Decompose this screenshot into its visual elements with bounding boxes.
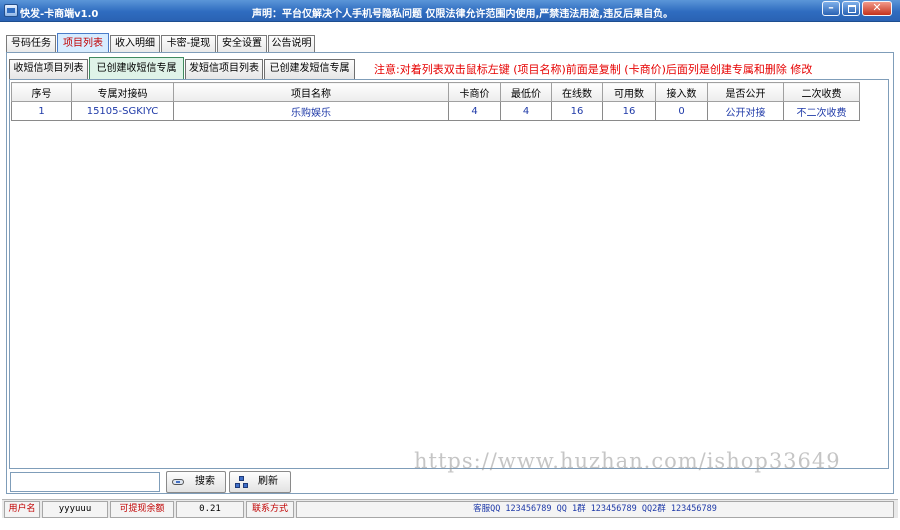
window-title: 快发-卡商端v1.0 [20, 9, 99, 20]
cell-index: 1 [11, 101, 72, 121]
subtab-receive-sms-projects[interactable]: 收短信项目列表 [9, 59, 88, 79]
cell-min-price: 4 [500, 101, 552, 121]
tab-project-list[interactable]: 项目列表 [57, 33, 109, 54]
balance-label: 可提现余额 [110, 501, 174, 518]
title-bar: 快发-卡商端v1.0 声明：平台仅解决个人手机号隐私问题 仅限法律允许范围内使用… [0, 0, 900, 22]
cell-secondary-fee: 不二次收费 [783, 101, 860, 121]
contact-value: 客服QQ 123456789 QQ 1群 123456789 QQ2群 1234… [296, 501, 894, 518]
subtab-created-send-sms[interactable]: 已创建发短信专属 [264, 59, 355, 79]
tab-announcements[interactable]: 公告说明 [268, 35, 315, 53]
column-header[interactable]: 二次收费 [783, 82, 860, 102]
minimize-button[interactable]: – [822, 1, 840, 16]
table-header-row: 序号 专属对接码 项目名称 卡商价 最低价 在线数 可用数 接入数 是否公开 二… [11, 82, 860, 102]
maximize-button[interactable] [842, 1, 860, 16]
column-header[interactable]: 项目名称 [173, 82, 449, 102]
search-button-label: 搜索 [195, 476, 215, 487]
close-button[interactable]: ✕ [862, 1, 892, 16]
subtab-created-receive-sms[interactable]: 已创建收短信专属 [89, 57, 184, 80]
cell-access-count: 0 [655, 101, 708, 121]
column-header[interactable]: 最低价 [500, 82, 552, 102]
refresh-button[interactable]: 刷新 [229, 471, 291, 493]
column-header[interactable]: 接入数 [655, 82, 708, 102]
usage-hint: 注意:对着列表双击鼠标左键 (项目名称)前面是复制 (卡商价)后面列是创建专属和… [374, 63, 813, 76]
column-header[interactable]: 可用数 [602, 82, 656, 102]
search-button[interactable]: 搜索 [166, 471, 226, 493]
balance-value: 0.21 [176, 501, 244, 518]
contact-label: 联系方式 [246, 501, 294, 518]
subtab-send-sms-projects[interactable]: 发短信项目列表 [185, 59, 263, 79]
cell-available-count: 16 [602, 101, 656, 121]
refresh-button-label: 刷新 [258, 476, 278, 487]
column-header[interactable]: 是否公开 [707, 82, 784, 102]
username-value: yyyuuu [42, 501, 108, 518]
username-label: 用户名 [4, 501, 40, 518]
cell-project-name: 乐购娱乐 [173, 101, 449, 121]
project-table: 序号 专属对接码 项目名称 卡商价 最低价 在线数 可用数 接入数 是否公开 二… [11, 82, 860, 121]
tab-income-details[interactable]: 收入明细 [110, 35, 160, 53]
cell-public-status: 公开对接 [707, 101, 784, 121]
cell-dedicated-code: 15105-SGKIYC [71, 101, 174, 121]
cell-online-count: 16 [551, 101, 603, 121]
column-header[interactable]: 卡商价 [448, 82, 501, 102]
disclaimer-notice: 声明：平台仅解决个人手机号隐私问题 仅限法律允许范围内使用,严禁违法用途,违反后… [252, 9, 674, 20]
refresh-icon [235, 476, 248, 489]
search-input[interactable] [10, 472, 160, 492]
status-bar: 用户名 yyyuuu 可提现余额 0.21 联系方式 客服QQ 12345678… [2, 499, 898, 518]
tab-security-settings[interactable]: 安全设置 [217, 35, 267, 53]
app-icon [4, 4, 18, 17]
column-header[interactable]: 在线数 [551, 82, 603, 102]
tab-card-withdraw[interactable]: 卡密-提现 [161, 35, 216, 53]
tab-number-tasks[interactable]: 号码任务 [6, 35, 56, 53]
cell-card-price: 4 [448, 101, 501, 121]
column-header[interactable]: 序号 [11, 82, 72, 102]
search-icon [172, 479, 184, 485]
column-header[interactable]: 专属对接码 [71, 82, 174, 102]
watermark: https://www.huzhan.com/ishop33649 [414, 449, 841, 473]
list-area [9, 79, 889, 469]
table-row[interactable]: 1 15105-SGKIYC 乐购娱乐 4 4 16 16 0 公开对接 不二次… [11, 101, 860, 121]
